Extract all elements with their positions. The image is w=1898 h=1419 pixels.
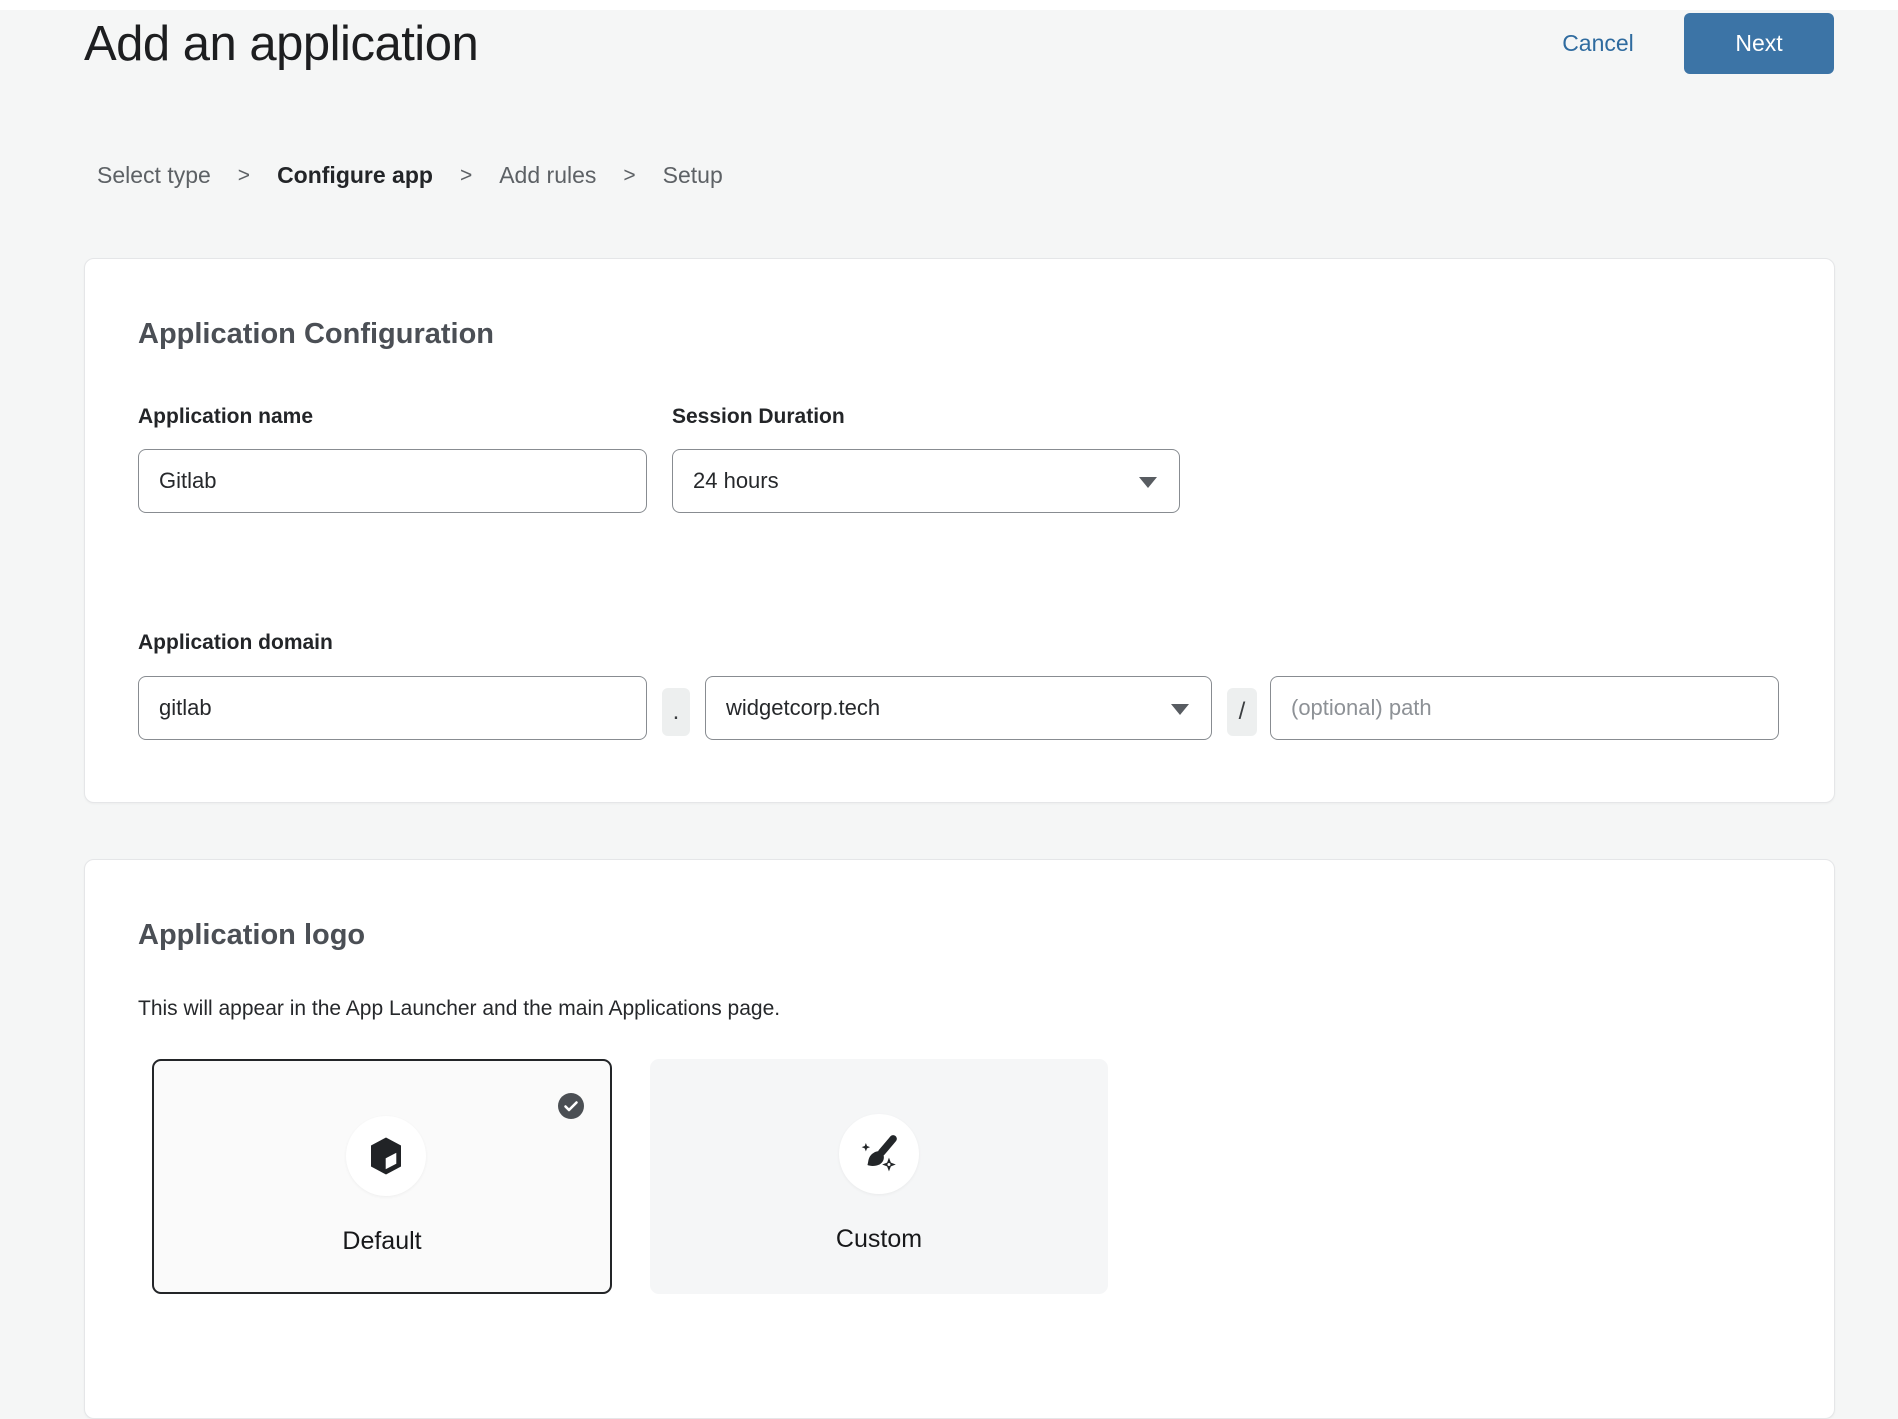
logo-option-custom[interactable]: Custom bbox=[650, 1059, 1108, 1294]
session-duration-select[interactable]: 24 hours bbox=[672, 449, 1180, 513]
logo-option-default-label: Default bbox=[154, 1227, 610, 1256]
application-configuration-card: Application Configuration Application na… bbox=[84, 258, 1835, 803]
top-strip bbox=[0, 0, 1898, 10]
application-name-input[interactable] bbox=[138, 449, 647, 513]
breadcrumb-step-add-rules[interactable]: Add rules bbox=[499, 162, 596, 189]
application-logo-card: Application logo This will appear in the… bbox=[84, 859, 1835, 1419]
session-duration-value: 24 hours bbox=[693, 468, 779, 494]
application-logo-description: This will appear in the App Launcher and… bbox=[138, 997, 780, 1021]
chevron-down-icon bbox=[1139, 477, 1157, 488]
slash-separator: / bbox=[1227, 688, 1257, 736]
breadcrumb-step-select-type[interactable]: Select type bbox=[97, 162, 211, 189]
page-title: Add an application bbox=[84, 16, 478, 72]
cancel-button[interactable]: Cancel bbox=[1548, 30, 1648, 57]
breadcrumb-separator: > bbox=[238, 164, 250, 188]
domain-select[interactable]: widgetcorp.tech bbox=[705, 676, 1212, 740]
custom-logo-circle bbox=[839, 1114, 919, 1194]
domain-select-value: widgetcorp.tech bbox=[726, 695, 880, 721]
application-name-label: Application name bbox=[138, 405, 313, 429]
next-button[interactable]: Next bbox=[1684, 13, 1834, 74]
logo-option-custom-label: Custom bbox=[650, 1225, 1108, 1254]
breadcrumb: Select type > Configure app > Add rules … bbox=[97, 162, 723, 189]
dot-separator: . bbox=[662, 688, 690, 736]
default-logo-circle bbox=[346, 1116, 426, 1196]
breadcrumb-separator: > bbox=[623, 164, 635, 188]
breadcrumb-step-setup[interactable]: Setup bbox=[663, 162, 723, 189]
selected-check-icon bbox=[558, 1093, 584, 1119]
logo-option-default[interactable]: Default bbox=[152, 1059, 612, 1294]
application-configuration-title: Application Configuration bbox=[138, 314, 494, 354]
paintbrush-icon bbox=[858, 1133, 900, 1175]
session-duration-label: Session Duration bbox=[672, 405, 845, 429]
cube-icon bbox=[368, 1136, 404, 1176]
path-input[interactable] bbox=[1270, 676, 1779, 740]
application-logo-title: Application logo bbox=[138, 915, 365, 955]
breadcrumb-step-configure-app[interactable]: Configure app bbox=[277, 162, 433, 189]
breadcrumb-separator: > bbox=[460, 164, 472, 188]
chevron-down-icon bbox=[1171, 704, 1189, 715]
subdomain-input[interactable] bbox=[138, 676, 647, 740]
application-domain-label: Application domain bbox=[138, 631, 333, 655]
